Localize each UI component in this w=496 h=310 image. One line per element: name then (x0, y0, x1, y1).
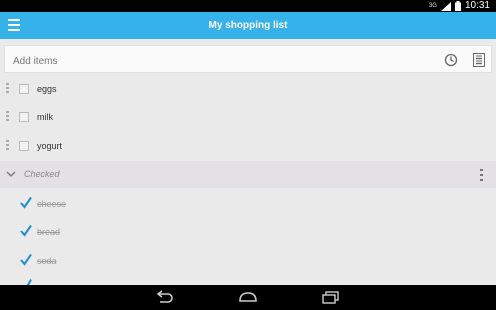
back-icon[interactable] (153, 290, 175, 304)
drag-handle-icon[interactable] (6, 140, 9, 152)
item-checkbox[interactable] (19, 141, 29, 151)
list-item[interactable]: milk (0, 103, 496, 131)
item-checkbox[interactable] (19, 112, 29, 122)
status-icons: 3G 10:31 (429, 0, 490, 12)
checked-list-item[interactable]: soda (0, 247, 496, 275)
checkmark-icon[interactable] (19, 196, 33, 210)
item-label: bread (37, 227, 61, 237)
app-bar: My shopping list (0, 12, 496, 39)
home-icon[interactable] (237, 290, 259, 304)
chevron-down-icon[interactable] (6, 170, 16, 178)
checkmark-icon[interactable] (19, 253, 33, 267)
history-clock-icon[interactable] (444, 53, 458, 67)
drag-handle-icon[interactable] (6, 111, 9, 123)
item-checkbox[interactable] (19, 84, 29, 94)
list-item[interactable]: eggs (0, 75, 496, 103)
page-title: My shopping list (208, 20, 288, 31)
item-label: cheese (37, 199, 67, 209)
checked-section-header[interactable]: Checked (0, 161, 496, 188)
item-label: milk (37, 112, 53, 122)
barcode-scanner-icon[interactable] (473, 53, 485, 67)
drag-handle-icon[interactable] (6, 83, 9, 95)
status-bar: 3G 10:31 (0, 0, 496, 12)
battery-icon (454, 1, 461, 11)
more-options-icon[interactable] (480, 169, 483, 181)
checkmark-icon[interactable] (19, 224, 33, 238)
clock-time: 10:31 (464, 0, 490, 11)
checked-section-label: Checked (24, 169, 60, 179)
network-type: 3G (428, 3, 437, 9)
checked-list-item[interactable]: bread (0, 218, 496, 246)
recent-apps-icon[interactable] (320, 290, 342, 304)
item-label: eggs (37, 84, 57, 94)
signal-icon (440, 1, 451, 11)
system-nav-bar (0, 285, 496, 310)
item-label: yogurt (37, 141, 63, 151)
checked-list-item[interactable]: cheese (0, 190, 496, 218)
add-items-input[interactable] (11, 52, 395, 70)
list-item[interactable]: yogurt (0, 132, 496, 160)
checkmark-icon (26, 279, 32, 285)
item-label: soda (37, 256, 57, 266)
add-items-bar (4, 45, 492, 73)
